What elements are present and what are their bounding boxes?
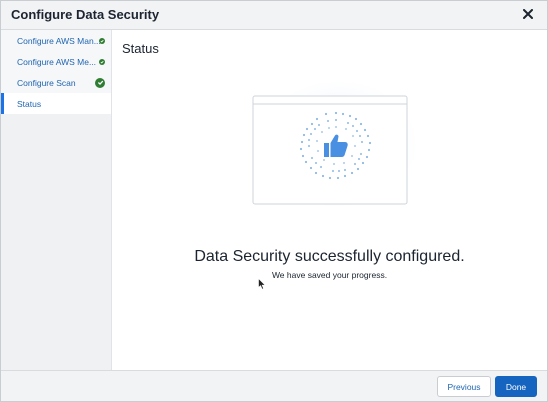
step-label: Configure AWS Man...: [17, 35, 101, 46]
check-icon: [95, 77, 105, 88]
configure-data-security-dialog: Configure Data Security Configure AWS Ma…: [0, 0, 548, 402]
step-label: Configure AWS Me...: [17, 56, 97, 67]
success-illustration: [252, 80, 418, 208]
mouse-cursor-icon: [258, 278, 266, 290]
close-icon: [523, 9, 533, 19]
dialog-footer: Previous Done: [1, 370, 547, 401]
dialog-title: Configure Data Security: [11, 7, 160, 22]
success-title: Data Security successfully configured.: [194, 248, 465, 265]
step-label: Status: [17, 98, 42, 109]
success-subtitle: We have saved your progress.: [271, 270, 388, 280]
step-configure-scan[interactable]: Configure Scan: [1, 72, 111, 93]
step-configure-aws-management[interactable]: Configure AWS Man...: [1, 30, 111, 51]
wizard-steps-sidebar: Configure AWS Man... Configure AWS Me...…: [1, 30, 112, 370]
step-status[interactable]: Status: [1, 93, 111, 114]
sidebar-empty-area: [1, 114, 111, 370]
check-icon: [99, 37, 105, 44]
previous-button[interactable]: Previous: [437, 376, 491, 397]
step-configure-aws-member[interactable]: Configure AWS Me...: [1, 51, 111, 72]
close-button[interactable]: [519, 5, 537, 23]
step-label: Configure Scan: [17, 77, 76, 88]
status-panel: Status Data Security successfully config…: [112, 30, 547, 370]
check-icon: [99, 58, 105, 65]
section-title: Status: [122, 41, 159, 56]
dialog-header: Configure Data Security: [1, 1, 547, 30]
done-button[interactable]: Done: [495, 376, 537, 397]
